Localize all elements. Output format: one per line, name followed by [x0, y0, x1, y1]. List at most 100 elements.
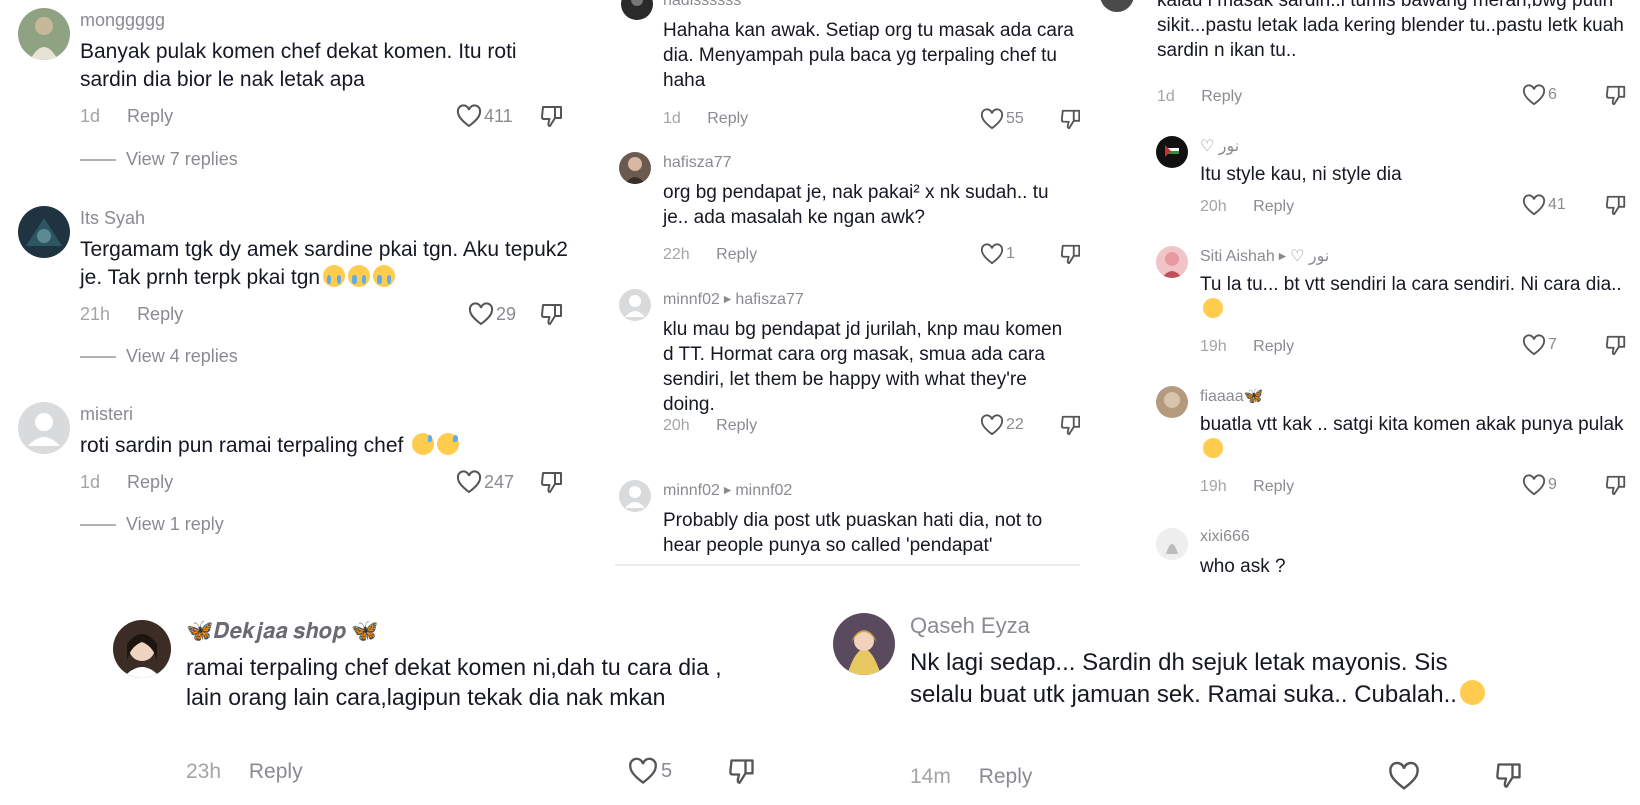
avatar[interactable] [18, 402, 70, 454]
comment-username[interactable]: fiaaaa🦋 [1200, 386, 1264, 406]
dislike-button[interactable] [728, 757, 756, 790]
thumbs-down-icon [540, 304, 564, 330]
like-button[interactable]: 1 [980, 243, 1015, 265]
dislike-button[interactable] [1605, 334, 1627, 361]
comment-username[interactable]: hadissssss [663, 0, 741, 10]
comment-text: kalau i masak sardin..i tumis bawang mer… [1157, 0, 1624, 62]
panel-bottom-border [615, 564, 1080, 566]
reply-button[interactable]: Reply [1253, 338, 1294, 355]
reply-to-username[interactable]: ♡ نور [1290, 248, 1329, 265]
like-button[interactable]: 55 [980, 108, 1024, 130]
reply-button[interactable]: Reply [979, 765, 1033, 788]
view-replies-button[interactable]: View 1 reply [80, 514, 224, 535]
reply-button[interactable]: Reply [716, 417, 757, 434]
comment-username[interactable]: minnf02 ▶ minnf02 [663, 482, 792, 500]
comment-username[interactable]: Qaseh Eyza [910, 613, 1030, 639]
like-button[interactable]: 29 [468, 302, 516, 326]
like-button[interactable]: 9 [1522, 474, 1557, 496]
avatar[interactable] [619, 289, 651, 321]
avatar[interactable] [833, 613, 895, 675]
reply-button[interactable]: Reply [127, 106, 173, 126]
like-button[interactable]: 7 [1522, 334, 1557, 356]
avatar[interactable] [621, 0, 653, 20]
avatar[interactable] [1100, 0, 1134, 12]
dislike-button[interactable] [1060, 243, 1080, 270]
like-count: 9 [1548, 476, 1557, 493]
comment-username[interactable]: minnf02 ▶ hafisza77 [663, 291, 804, 309]
comment-username-text: Siti Aishah [1200, 248, 1275, 265]
avatar[interactable] [619, 480, 651, 512]
avatar[interactable] [1156, 386, 1188, 418]
like-button[interactable]: 5 [628, 757, 672, 785]
avatar[interactable] [1156, 528, 1188, 560]
avatar[interactable] [1156, 246, 1188, 278]
like-button[interactable] [1388, 761, 1420, 791]
dislike-button[interactable] [1060, 108, 1080, 135]
avatar[interactable] [113, 620, 171, 678]
comment-time: 19h [1200, 338, 1227, 355]
comment-time: 22h [663, 246, 690, 263]
reply-button[interactable]: Reply [127, 472, 173, 492]
reply-button[interactable]: Reply [1201, 88, 1242, 105]
reply-button[interactable]: Reply [249, 760, 303, 783]
reply-arrow-icon: ▶ [723, 485, 732, 497]
dislike-button[interactable] [1605, 84, 1627, 111]
comment-item: ♡ نور Itu style kau, ni style dia 20h Re… [1100, 130, 1640, 230]
comment-text: Itu style kau, ni style dia [1200, 164, 1402, 185]
comment-item: xixi666 who ask ? [1100, 522, 1640, 590]
comment-username[interactable]: Its Syah [80, 208, 145, 229]
comment-username[interactable]: ♡ نور [1200, 136, 1239, 156]
crying-face-emoji-icon [323, 264, 346, 287]
reply-button[interactable]: Reply [1253, 198, 1294, 215]
dislike-button[interactable] [540, 302, 564, 331]
comment-time: 1d [80, 106, 101, 126]
like-button[interactable]: 41 [1522, 194, 1566, 216]
dislike-button[interactable] [540, 104, 564, 133]
comment-username[interactable]: Siti Aishah ▶ ♡ نور [1200, 246, 1329, 266]
like-count: 5 [661, 759, 673, 782]
comment-username[interactable]: misteri [80, 404, 133, 425]
comment-text: Nk lagi sedap... Sardin dh sejuk letak m… [910, 647, 1510, 710]
comment-username[interactable]: 🦋𝑫𝒆𝒌𝒋𝒂𝒂 𝒔𝒉𝒐𝒑 🦋 [186, 618, 379, 644]
comment-text: who ask ? [1200, 556, 1286, 577]
comment-username[interactable]: xixi666 [1200, 528, 1250, 546]
view-replies-button[interactable]: View 4 replies [80, 346, 238, 367]
heart-icon [1388, 761, 1420, 791]
avatar[interactable] [18, 8, 70, 60]
avatar[interactable] [1156, 136, 1188, 168]
comment-time: 14m [910, 765, 951, 788]
comment-item: fiaaaa🦋 buatla vtt kak .. satgi kita kom… [1100, 380, 1640, 505]
dislike-button[interactable] [1605, 474, 1627, 501]
like-count: 55 [1006, 110, 1024, 127]
reply-button[interactable]: Reply [716, 246, 757, 263]
view-replies-button[interactable]: View 7 replies [80, 149, 238, 170]
heart-icon [980, 108, 1004, 130]
like-count: 1 [1006, 245, 1015, 262]
comment-username[interactable]: monggggg [80, 10, 165, 31]
avatar[interactable] [619, 152, 651, 184]
view-replies-label: View 7 replies [126, 149, 238, 169]
reply-button[interactable]: Reply [707, 110, 748, 127]
reply-to-username[interactable]: hafisza77 [735, 291, 804, 308]
heart-icon [456, 104, 482, 128]
comments-panel-middle: hadissssss Hahaha kan awak. Setiap org t… [615, 0, 1080, 566]
dislike-button[interactable] [540, 470, 564, 499]
dislike-button[interactable] [1060, 414, 1080, 441]
dislike-button[interactable] [1605, 194, 1627, 221]
like-button[interactable]: 411 [456, 104, 513, 128]
avatar[interactable] [18, 206, 70, 258]
heart-icon [980, 414, 1004, 436]
comment-time: 19h [1200, 478, 1227, 495]
reply-to-username[interactable]: minnf02 [735, 482, 792, 499]
dislike-button[interactable] [1495, 761, 1523, 794]
reply-button[interactable]: Reply [137, 304, 183, 324]
like-button[interactable]: 247 [456, 470, 514, 494]
like-button[interactable]: 22 [980, 414, 1024, 436]
comment-username[interactable]: hafisza77 [663, 154, 732, 172]
like-button[interactable]: 6 [1522, 84, 1557, 106]
rofl-emoji-icon [1203, 297, 1223, 318]
comment-item: misteri roti sardin pun ramai terpaling … [0, 392, 580, 562]
reply-button[interactable]: Reply [1253, 478, 1294, 495]
comment-item: hadissssss Hahaha kan awak. Setiap org t… [615, 0, 1080, 140]
comment-meta: 1d Reply [663, 110, 748, 128]
